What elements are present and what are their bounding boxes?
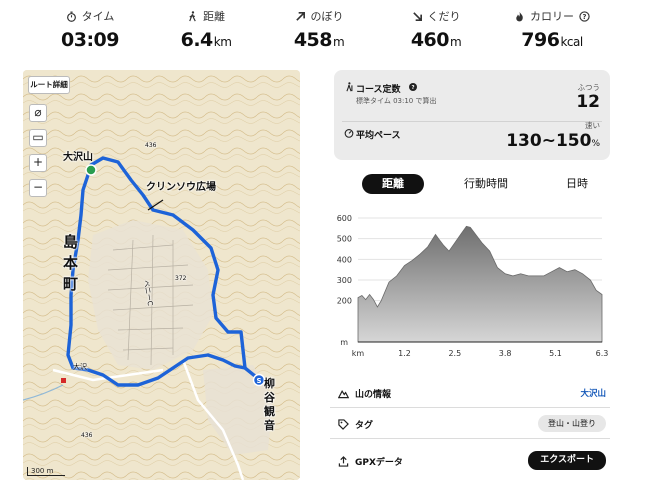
y-tick-label: 400	[337, 255, 352, 264]
mountain-link[interactable]: 大沢山	[580, 387, 606, 399]
pace-note: 速い	[585, 121, 600, 130]
stat-calories-unit: kcal	[560, 35, 583, 49]
svg-text:?: ?	[411, 85, 414, 91]
map-label-plaza: クリンソウ広場	[146, 182, 216, 193]
hiker-icon	[346, 82, 353, 92]
x-unit-label: km	[352, 349, 365, 358]
y-tick-label: 300	[337, 276, 352, 285]
stats-bar: タイム 03:09 距離 6.4km のぼり 458m くだり 460m カロリ…	[0, 0, 660, 62]
stat-calories: カロリー? 796kcal	[492, 8, 612, 51]
tab-duration[interactable]: 行動時間	[452, 174, 520, 194]
chart-tabs: 距離 行動時間 日時	[362, 174, 610, 194]
x-tick-label: 2.5	[448, 349, 461, 358]
arrow-down-right-icon	[412, 11, 422, 21]
elevation-chart: 200 300 400 500 600 mkm 1.2 2.5 3.8 5.1 6.3	[337, 214, 609, 358]
export-icon	[338, 456, 349, 467]
x-tick-label: 3.8	[499, 349, 512, 358]
map-scale: 300 m	[27, 467, 65, 476]
arrow-up-right-icon	[295, 11, 305, 21]
plus-icon: +	[32, 155, 44, 169]
svg-text:?: ?	[583, 13, 587, 21]
mountain-info-label: 山の情報	[355, 390, 392, 400]
zoom-in-button[interactable]: +	[29, 154, 47, 172]
course-constant-value: 12	[576, 92, 600, 112]
peak-marker	[85, 164, 97, 176]
x-tick-label: 5.1	[549, 349, 562, 358]
zoom-out-button[interactable]: −	[29, 179, 47, 197]
route-detail-button[interactable]: ルート詳細	[28, 76, 70, 94]
gpx-row: GPXデータ エクスポート	[330, 448, 610, 476]
map-label-town: 島本町	[63, 233, 79, 293]
compass-button[interactable]: ⌀	[29, 104, 47, 122]
walker-icon	[189, 10, 196, 21]
stat-time: タイム 03:09	[30, 8, 150, 51]
elevation-area	[357, 225, 603, 343]
stat-descent-value: 460	[410, 29, 450, 51]
layers-button[interactable]: ▭	[29, 129, 47, 147]
stat-distance-label: 距離	[203, 10, 225, 23]
tab-distance[interactable]: 距離	[362, 174, 424, 194]
compass-icon: ⌀	[34, 105, 42, 119]
minus-icon: −	[32, 180, 44, 194]
map-label-oosawa: 大沢	[73, 363, 87, 371]
pace-row: 平均ペース 速い 130~150%	[344, 121, 600, 156]
stat-distance-value: 6.4	[180, 29, 214, 51]
tag-label: タグ	[355, 421, 374, 431]
tag-row: タグ 登山・山登り	[330, 411, 610, 439]
y-tick-label: 600	[337, 214, 352, 223]
course-help-icon[interactable]: ?	[409, 83, 417, 91]
pace-title: 平均ペース	[356, 131, 401, 141]
map-label-num2: 372	[175, 275, 187, 282]
stat-descent-unit: m	[449, 35, 462, 49]
map-label-num1: 436	[145, 142, 157, 149]
speedometer-icon	[344, 129, 354, 138]
stat-ascent-value: 458	[293, 29, 333, 51]
export-button[interactable]: エクスポート	[528, 451, 606, 470]
x-tick-label: 6.3	[596, 349, 609, 358]
tag-icon	[338, 419, 349, 430]
stat-descent-label: くだり	[427, 10, 461, 23]
gpx-label: GPXデータ	[355, 458, 403, 468]
route-map[interactable]: S ルート詳細 ⌀ ▭ + − 大沢山 クリンソウ広場 島本町 柳谷観音 大沢 …	[23, 70, 300, 480]
map-label-temple: 柳谷観音	[264, 377, 275, 432]
stat-time-label: タイム	[81, 10, 115, 23]
tab-datetime[interactable]: 日時	[557, 174, 597, 194]
stat-time-value: 03:09	[61, 29, 119, 51]
y-tick-label: 500	[337, 235, 352, 244]
pace-unit: %	[591, 139, 600, 149]
y-tick-label: 200	[337, 297, 352, 306]
mountain-icon	[338, 390, 349, 399]
map-label-peak: 大沢山	[63, 152, 93, 163]
flame-icon	[516, 11, 523, 21]
layers-icon: ▭	[32, 130, 44, 144]
stat-ascent-unit: m	[332, 35, 345, 49]
stat-distance: 距離 6.4km	[146, 8, 266, 51]
stat-distance-unit: km	[213, 35, 232, 49]
stat-descent: くだり 460m	[376, 8, 496, 51]
x-tick-label: 1.2	[398, 349, 411, 358]
stat-ascent-label: のぼり	[310, 10, 344, 23]
tag-pill[interactable]: 登山・山登り	[538, 415, 606, 432]
stat-calories-label: カロリー	[530, 10, 574, 23]
help-icon[interactable]: ?	[579, 10, 590, 22]
card-divider	[342, 121, 602, 122]
stopwatch-icon	[66, 11, 76, 22]
stat-calories-value: 796	[521, 29, 560, 51]
svg-text:S: S	[256, 377, 261, 385]
map-label-num3: 436	[81, 432, 93, 439]
course-card: コース定数 ? 標準タイム 03:10 で算出 ふつう 12 平均ペース 速い …	[334, 70, 610, 160]
course-constant-row: コース定数 ? 標準タイム 03:10 で算出 ふつう 12	[344, 82, 600, 116]
mountain-info-row[interactable]: 山の情報 大沢山	[330, 380, 610, 408]
course-constant-subtitle: 標準タイム 03:10 で算出	[356, 97, 437, 105]
y-unit-label: m	[340, 338, 348, 347]
course-constant-title: コース定数	[356, 85, 401, 95]
pace-value: 130~150	[506, 131, 592, 151]
stat-ascent: のぼり 458m	[259, 8, 379, 51]
